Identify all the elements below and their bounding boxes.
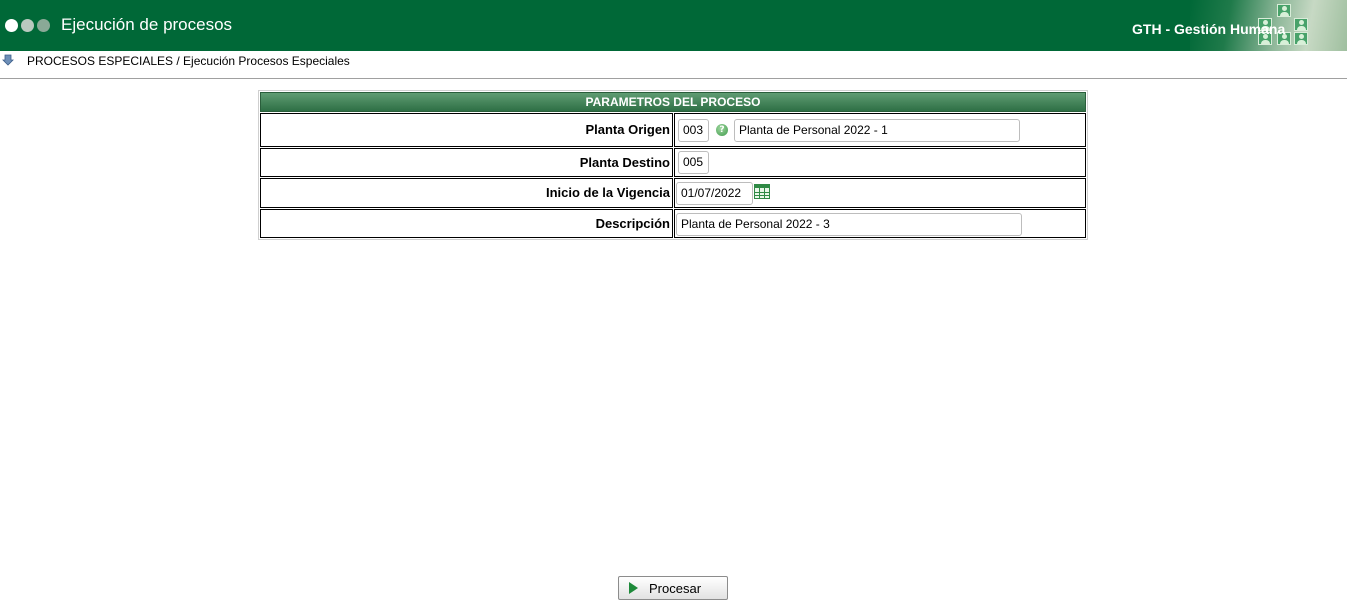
planta-destino-label: Planta Destino — [260, 148, 673, 177]
inicio-vigencia-date-input[interactable]: 01/07/2022 — [676, 182, 753, 205]
planta-origen-cell: 003 ? Planta de Personal 2022 - 1 — [674, 113, 1086, 147]
play-icon — [629, 582, 638, 594]
inicio-vigencia-label: Inicio de la Vigencia — [260, 178, 673, 208]
calendar-icon[interactable] — [754, 184, 770, 199]
procesar-button[interactable]: Procesar — [618, 576, 728, 600]
procesar-button-label: Procesar — [649, 581, 702, 596]
breadcrumb: PROCESOS ESPECIALES / Ejecución Procesos… — [27, 54, 350, 68]
planta-origen-description-input[interactable]: Planta de Personal 2022 - 1 — [734, 119, 1020, 142]
descripcion-label: Descripción — [260, 209, 673, 238]
down-arrow-icon — [2, 54, 14, 66]
person-icon — [1294, 18, 1308, 31]
window-dots — [5, 19, 50, 32]
dot-icon — [5, 19, 18, 32]
descripcion-cell: Planta de Personal 2022 - 3 — [674, 209, 1086, 238]
process-parameters-panel: PARAMETROS DEL PROCESO Planta Origen 003… — [258, 90, 1088, 240]
descripcion-input[interactable]: Planta de Personal 2022 - 3 — [676, 213, 1022, 236]
dot-icon — [21, 19, 34, 32]
planta-destino-cell: 005 — [674, 148, 1086, 177]
app-brand: GTH - Gestión Humana — [1132, 21, 1286, 37]
dot-icon — [37, 19, 50, 32]
planta-origen-code-input[interactable]: 003 — [678, 119, 709, 142]
divider — [0, 78, 1347, 79]
app-header: Ejecución de procesos GTH - Gestión Huma… — [0, 0, 1347, 51]
help-icon[interactable]: ? — [716, 124, 728, 136]
inicio-vigencia-cell: 01/07/2022 — [674, 178, 1086, 208]
planta-origen-label: Planta Origen — [260, 113, 673, 147]
panel-title: PARAMETROS DEL PROCESO — [260, 92, 1086, 112]
person-icon — [1294, 32, 1308, 45]
planta-destino-code-input[interactable]: 005 — [678, 151, 709, 174]
person-icon — [1277, 4, 1291, 17]
page-title: Ejecución de procesos — [61, 15, 233, 34]
